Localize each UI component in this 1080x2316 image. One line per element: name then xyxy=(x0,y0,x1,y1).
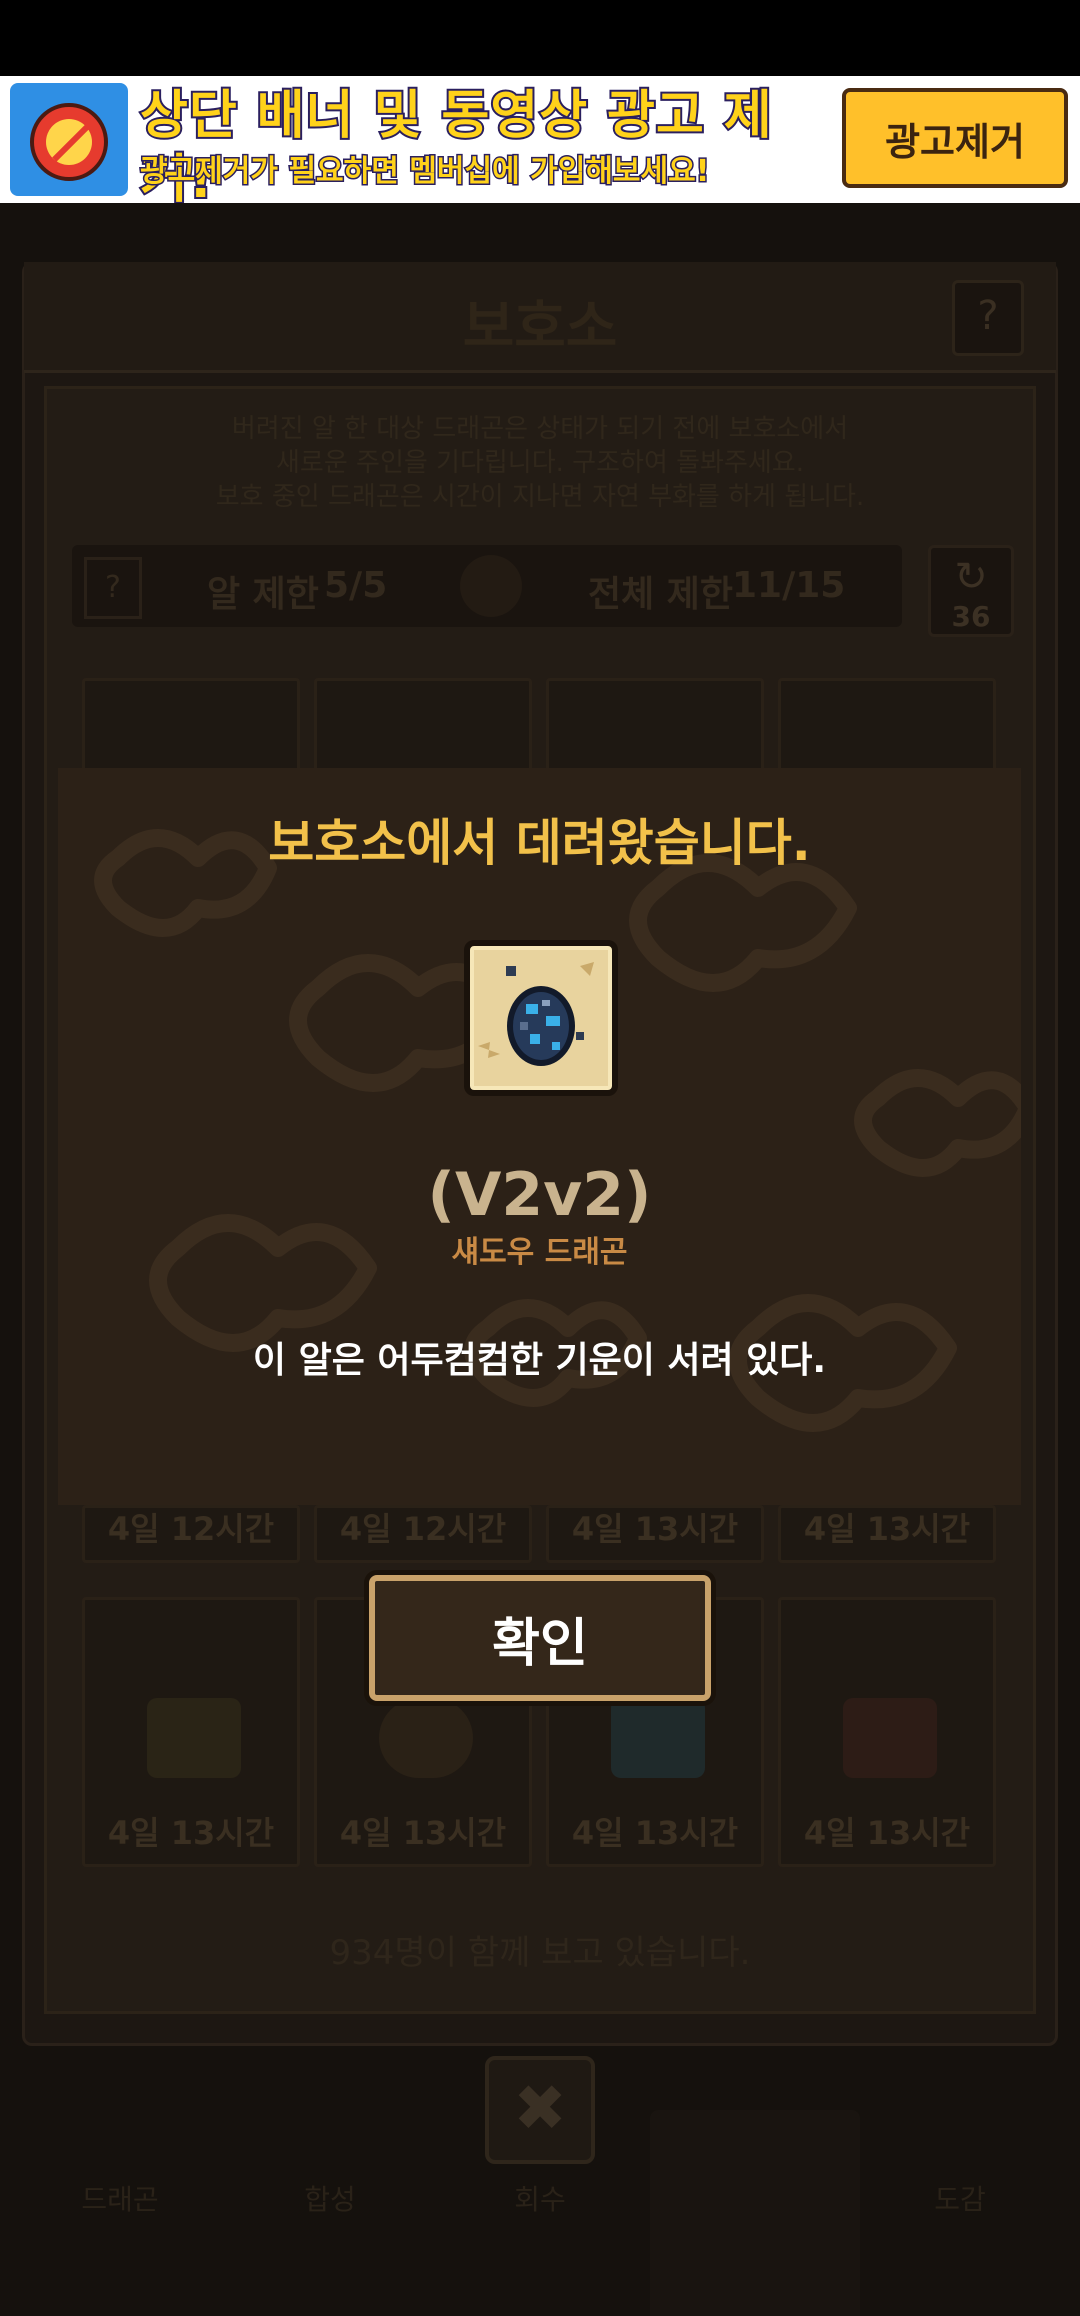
slot-timer: 4일 13시간 xyxy=(339,1814,507,1852)
watcher-count: 934명이 함께 보고 있습니다. xyxy=(329,1933,751,1973)
nav-shelter-selected[interactable] xyxy=(650,2110,860,2316)
slot-timer: 4일 12시간 xyxy=(107,1510,275,1548)
nav-collection[interactable]: 도감 xyxy=(880,2178,1040,2218)
egg-type: 섀도우 드래곤 xyxy=(451,1235,628,1270)
shelter-description: 버려진 알 한 대상 드래곤은 상태가 되기 전에 보호소에서 새로운 주인을 … xyxy=(215,414,865,512)
egg-icon xyxy=(147,1698,241,1778)
egg-description: 이 알은 어두컴컴한 기운이 서려 있다. xyxy=(252,1340,827,1381)
shelter-slot[interactable] xyxy=(314,678,532,778)
shelter-slot[interactable] xyxy=(82,678,300,778)
nav-fusion[interactable]: 합성 xyxy=(250,2178,410,2218)
egg-icon xyxy=(379,1698,473,1778)
shelter-slot[interactable] xyxy=(546,678,764,778)
limits-help-icon[interactable]: ? xyxy=(84,557,142,619)
total-limit-label: 전체 제한 xyxy=(588,574,734,615)
slot-timer: 4일 13시간 xyxy=(107,1814,275,1852)
dragon-emblem-icon xyxy=(460,555,522,617)
shelter-slot[interactable]: 4일 12시간 xyxy=(82,1505,300,1563)
refresh-count: 36 xyxy=(951,600,991,633)
shelter-slot[interactable] xyxy=(778,678,996,778)
shelter-slot[interactable]: 4일 13시간 xyxy=(82,1597,300,1867)
slot-timer: 4일 12시간 xyxy=(339,1510,507,1548)
ad-subtitle: 광고제거가 필요하면 멤버십에 가입해보세요! xyxy=(139,153,711,191)
egg-limit-value: 5/5 xyxy=(324,565,388,606)
close-button[interactable]: ✖ xyxy=(485,2056,595,2164)
status-bar xyxy=(0,0,1080,76)
modal-background-pattern xyxy=(94,829,1021,1432)
shelter-slot[interactable]: 4일 13시간 xyxy=(778,1505,996,1563)
shelter-slot[interactable]: 4일 13시간 xyxy=(546,1505,764,1563)
shelter-slot[interactable]: 4일 12시간 xyxy=(314,1505,532,1563)
refresh-button[interactable]: ↻ 36 xyxy=(928,545,1014,637)
shelter-title: 보호소 xyxy=(462,295,618,360)
ad-title: 상단 배너 및 동영상 광고 제거! xyxy=(138,84,774,212)
refresh-icon: ↻ xyxy=(954,554,988,600)
slot-timer: 4일 13시간 xyxy=(803,1510,971,1548)
egg-icon xyxy=(843,1698,937,1778)
modal-title: 보호소에서 데려왔습니다. xyxy=(268,814,811,872)
nav-recall[interactable]: 회수 xyxy=(460,2178,620,2218)
slot-timer: 4일 13시간 xyxy=(803,1814,971,1852)
slot-timer: 4일 13시간 xyxy=(571,1814,739,1852)
total-limit-value: 11/15 xyxy=(732,565,846,606)
help-button[interactable]: ? xyxy=(952,280,1024,356)
no-ads-timer-icon xyxy=(10,83,128,196)
shelter-slot[interactable]: 4일 13시간 xyxy=(778,1597,996,1867)
nav-dragon[interactable]: 드래곤 xyxy=(40,2178,200,2218)
shadow-dragon-egg-icon xyxy=(464,940,618,1096)
remove-ads-button[interactable]: 광고제거 xyxy=(842,88,1068,188)
limits-bar: ? 알 제한 5/5 전체 제한 11/15 xyxy=(72,545,902,627)
slot-timer: 4일 13시간 xyxy=(571,1510,739,1548)
confirm-button[interactable]: 확인 xyxy=(369,1575,711,1701)
egg-limit-label: 알 제한 xyxy=(207,574,319,615)
egg-name: (V2v2) xyxy=(427,1160,652,1230)
egg-icon xyxy=(611,1698,705,1778)
